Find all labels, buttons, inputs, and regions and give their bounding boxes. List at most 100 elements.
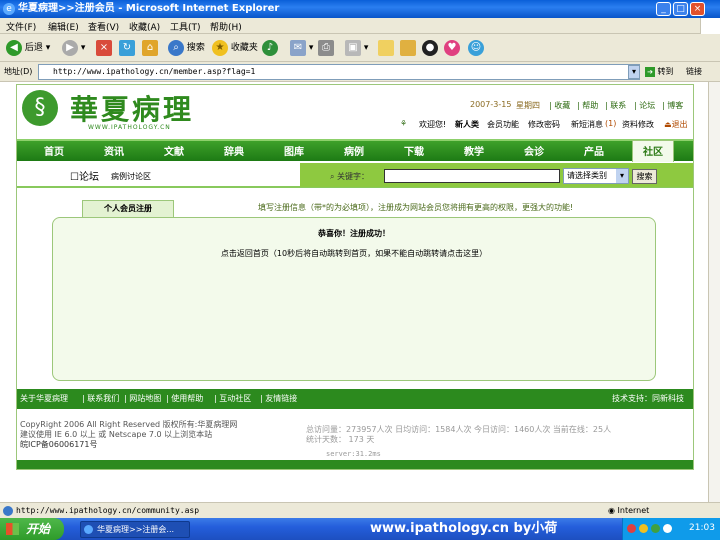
menu-help[interactable]: 帮助(H) <box>210 20 242 33</box>
link-new-messages[interactable]: 新短消息 <box>571 119 603 130</box>
toplink-favorite[interactable]: | 收藏 <box>549 100 570 111</box>
go-arrow-icon: ➔ <box>645 67 655 77</box>
vertical-scrollbar[interactable] <box>708 82 720 502</box>
footer-link-about[interactable]: 关于华夏病理 <box>20 393 68 404</box>
edit-button[interactable]: ▣ ▾ <box>345 39 368 57</box>
refresh-button[interactable]: ↻ <box>119 39 135 57</box>
link-member-functions[interactable]: 会员功能 <box>487 119 519 130</box>
footer-link-sitemap[interactable]: | 网站地图 <box>124 393 161 404</box>
links-button[interactable]: 链接 <box>686 66 702 77</box>
go-button[interactable]: ➔ 转到 <box>645 66 674 77</box>
logout-link[interactable]: ⏏退出 <box>664 119 688 130</box>
nav-dictionary[interactable]: 辞典 <box>224 143 244 158</box>
edit-icon: ▣ <box>345 39 361 56</box>
header-date: 2007-3-15 <box>470 100 512 109</box>
new-message-count: (1) <box>605 119 617 128</box>
menu-bar: 文件(F) 编辑(E) 查看(V) 收藏(A) 工具(T) 帮助(H) <box>0 18 720 34</box>
qq-button[interactable]: ● <box>422 39 438 57</box>
nav-literature[interactable]: 文献 <box>164 143 184 158</box>
mail-button[interactable]: ✉ ▾ <box>290 39 313 57</box>
link-edit-profile[interactable]: 资料修改 <box>622 119 654 130</box>
search-button[interactable]: ⌕ 搜索 <box>168 39 205 57</box>
folder-button[interactable] <box>400 39 416 57</box>
maximize-button[interactable]: □ <box>673 2 688 16</box>
link-change-password[interactable]: 修改密码 <box>528 119 560 130</box>
footer-link-help[interactable]: | 使用帮助 <box>166 393 203 404</box>
nav-download[interactable]: 下载 <box>404 143 424 158</box>
nav-gallery[interactable]: 图库 <box>284 143 304 158</box>
tool-button[interactable]: ♥ <box>444 39 460 57</box>
window-title-bar: 华夏病理>>注册会员 - Microsoft Internet Explorer <box>0 0 720 18</box>
menu-edit[interactable]: 编辑(E) <box>48 20 79 33</box>
messenger-button[interactable] <box>378 39 394 57</box>
nav-cases[interactable]: 病例 <box>344 143 364 158</box>
forum-title: ☐论坛 <box>70 172 99 183</box>
go-label: 转到 <box>657 67 674 76</box>
minimize-button[interactable]: _ <box>656 2 671 16</box>
status-bar: http://www.ipathology.cn/community.asp ◉… <box>0 502 720 518</box>
address-input[interactable]: http://www.ipathology.cn/member.asp?flag… <box>38 64 640 80</box>
nav-consultation[interactable]: 会诊 <box>524 143 544 158</box>
success-message-link[interactable]: 点击返回首页（10秒后将自动跳转到首页，如果不能自动跳转请点击这里） <box>52 248 656 259</box>
register-tab[interactable]: 个人会员注册 <box>82 200 174 218</box>
printer-icon: ⎙ <box>318 39 334 56</box>
address-label: 地址(D) <box>4 67 33 76</box>
nav-community[interactable]: 社区 <box>643 143 663 158</box>
stop-button[interactable]: × <box>96 39 112 57</box>
menu-favorites[interactable]: 收藏(A) <box>129 20 160 33</box>
footer-link-community[interactable]: | 互动社区 <box>214 393 251 404</box>
menu-file[interactable]: 文件(F) <box>6 20 36 33</box>
icp-number[interactable]: 皖ICP备06006171号 <box>20 439 98 450</box>
footer-bottom-strip <box>17 460 693 469</box>
menu-view[interactable]: 查看(V) <box>88 20 119 33</box>
footer-link-contact[interactable]: | 联系我们 <box>82 393 119 404</box>
nav-teaching[interactable]: 教学 <box>464 143 484 158</box>
start-button[interactable]: 开始 <box>0 518 64 540</box>
logo-mark[interactable]: § <box>22 90 58 126</box>
tray-icon-2[interactable] <box>639 524 648 533</box>
logo-subtext: WWW.IPATHOLOGY.CN <box>88 124 171 131</box>
tray-icon-4[interactable] <box>663 524 672 533</box>
close-button[interactable]: × <box>690 2 705 16</box>
header-weekday: 星期四 <box>516 101 540 110</box>
back-arrow-icon: ◀ <box>6 39 22 56</box>
msn-button[interactable]: ☺ <box>468 39 484 57</box>
home-button[interactable]: ⌂ <box>142 39 158 57</box>
tray-icon-1[interactable] <box>627 524 636 533</box>
search-submit-button[interactable]: 搜索 <box>632 169 657 184</box>
toplink-contact[interactable]: | 联系 <box>605 100 626 111</box>
toplink-forum[interactable]: | 论坛 <box>634 100 655 111</box>
tech-support: 技术支持：同新科技 <box>612 394 684 403</box>
logo-text[interactable]: 華夏病理 <box>70 88 194 128</box>
tray-icon-3[interactable] <box>651 524 660 533</box>
forward-button[interactable]: ▶ ▾ <box>62 39 85 57</box>
toplink-help[interactable]: | 帮助 <box>577 100 598 111</box>
category-select[interactable]: 请选择类别 ▾ <box>563 168 629 184</box>
toplink-blog[interactable]: | 博客 <box>662 100 683 111</box>
username: 新人类 <box>455 120 479 129</box>
print-button[interactable]: ⎙ <box>318 39 334 57</box>
msn-icon: ☺ <box>468 39 484 56</box>
menu-tools[interactable]: 工具(T) <box>170 20 201 33</box>
footer-link-friends[interactable]: | 友情链接 <box>260 393 297 404</box>
star-icon: ★ <box>212 39 228 56</box>
nav-news[interactable]: 资讯 <box>104 143 124 158</box>
favorites-button[interactable]: ★ 收藏夹 <box>212 39 258 57</box>
media-icon: ♪ <box>262 39 278 56</box>
search-icon: ⌕ <box>330 172 335 181</box>
favorites-label: 收藏夹 <box>230 43 258 53</box>
taskbar-ie-window[interactable]: 华夏病理>>注册会... <box>80 521 190 538</box>
address-dropdown[interactable]: ▾ <box>628 65 640 79</box>
clock: 21:03 <box>689 523 715 533</box>
media-button[interactable]: ♪ <box>262 39 278 57</box>
chevron-down-icon: ▾ <box>616 169 628 183</box>
home-icon: ⌂ <box>142 39 158 56</box>
stop-icon: × <box>96 39 112 56</box>
search-input[interactable] <box>384 169 560 183</box>
windows-flag-icon <box>700 18 720 34</box>
success-title: 恭喜你！注册成功！ <box>318 229 390 238</box>
nav-products[interactable]: 产品 <box>584 143 604 158</box>
window-title: 华夏病理>>注册会员 - Microsoft Internet Explorer <box>18 3 280 14</box>
nav-home[interactable]: 首页 <box>44 143 64 158</box>
back-button[interactable]: ◀ 后退 ▾ <box>6 39 50 57</box>
